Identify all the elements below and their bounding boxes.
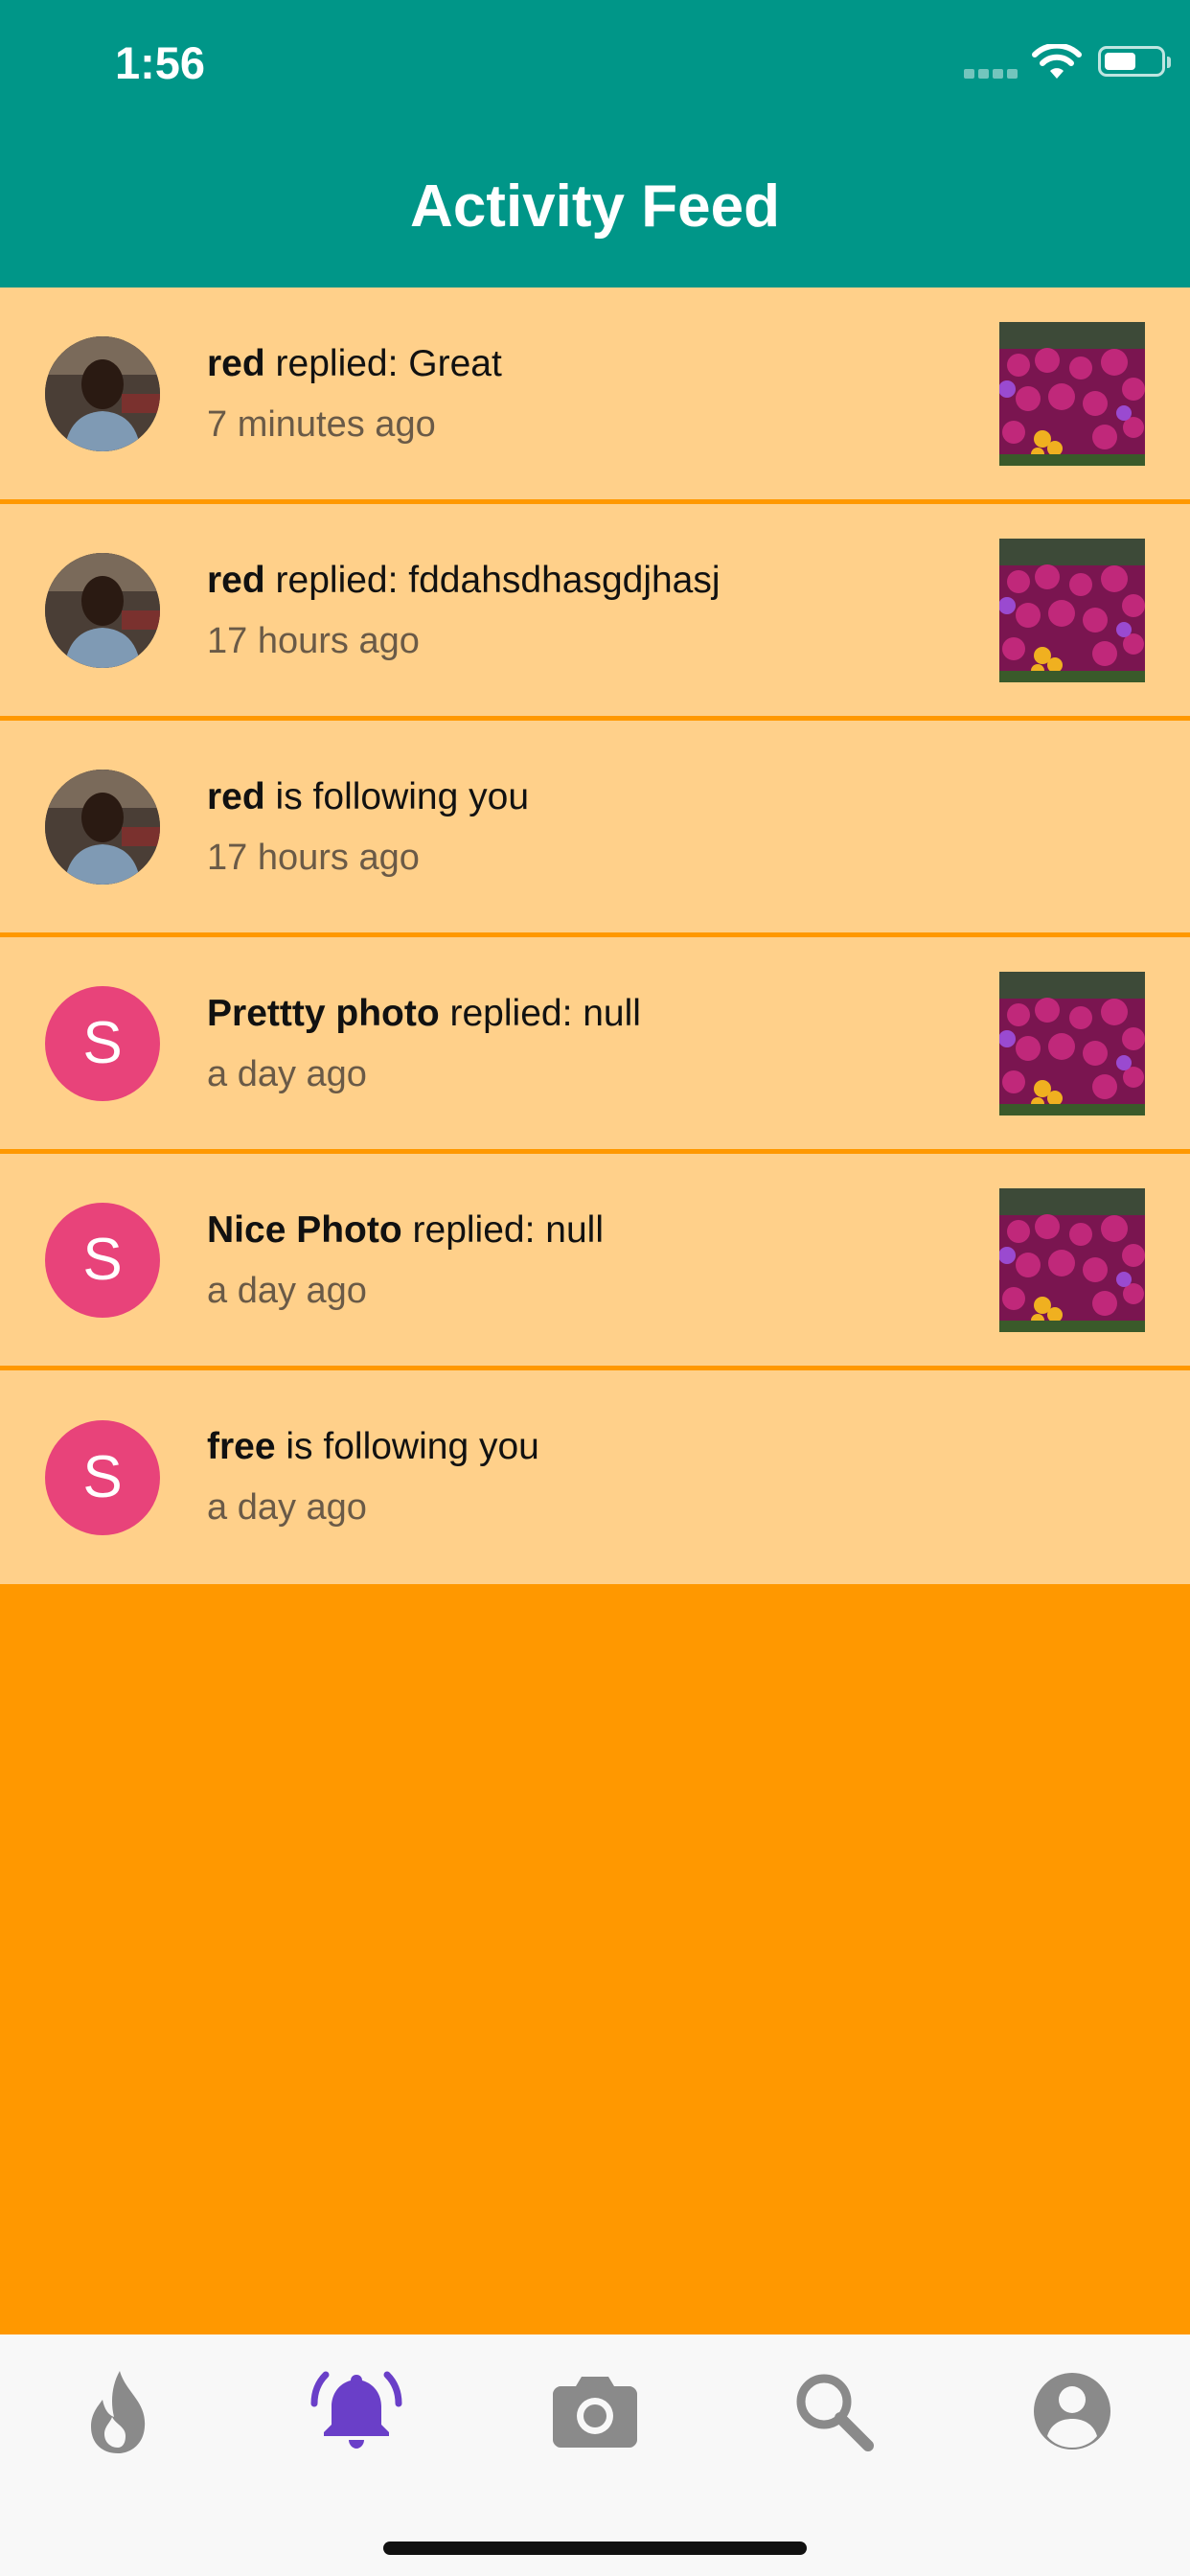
feed-item[interactable]: red is following you 17 hours ago: [0, 721, 1190, 937]
flower-photo-icon: [999, 321, 1145, 466]
avatar[interactable]: [45, 769, 160, 885]
feed-item-message: free is following you: [207, 1426, 539, 1468]
feed-item-action: replied: fddahsdhasgdjhasj: [264, 560, 721, 601]
feed-item-action: is following you: [275, 1426, 539, 1467]
feed-item-time: a day ago: [207, 1054, 367, 1094]
feed-item-action: replied: null: [401, 1209, 604, 1251]
activity-feed-list: red replied: Great 7 minutes ago red rep…: [0, 288, 1190, 1584]
feed-item-time: a day ago: [207, 1271, 367, 1311]
feed-item[interactable]: S Nice Photo replied: null a day ago: [0, 1154, 1190, 1370]
feed-item-message: red is following you: [207, 776, 529, 818]
feed-item-username[interactable]: red: [207, 343, 265, 384]
page-title: Activity Feed: [410, 173, 780, 240]
app-header: 1:56 Activity Feed: [0, 0, 1190, 288]
user-photo-icon: [45, 769, 160, 885]
tab-upload[interactable]: [547, 2363, 643, 2459]
feed-item[interactable]: red replied: Great 7 minutes ago: [0, 288, 1190, 504]
feed-item-message: Nice Photo replied: null: [207, 1209, 604, 1252]
feed-item-text: red replied: fddahsdhasgdjhasj 17 hours …: [207, 560, 721, 662]
flower-photo-icon: [999, 1187, 1145, 1332]
feed-item-text: free is following you a day ago: [207, 1426, 539, 1529]
battery-icon: [1098, 46, 1171, 77]
search-icon: [796, 2374, 874, 2451]
feed-item[interactable]: S Prettty photo replied: null a day ago: [0, 937, 1190, 1154]
post-thumbnail[interactable]: [999, 538, 1145, 682]
feed-item-username[interactable]: red: [207, 776, 265, 817]
post-thumbnail[interactable]: [999, 321, 1145, 466]
avatar[interactable]: [45, 552, 160, 668]
feed-item-text: red is following you 17 hours ago: [207, 776, 529, 879]
feed-item-time: 7 minutes ago: [207, 404, 436, 445]
avatar[interactable]: S: [45, 985, 160, 1101]
feed-item-username[interactable]: Prettty photo: [207, 993, 440, 1034]
bottom-tab-bar: [0, 2334, 1190, 2576]
tab-home[interactable]: [70, 2363, 166, 2459]
feed-item[interactable]: S free is following you a day ago: [0, 1370, 1190, 1584]
cellular-signal-icon: [964, 69, 1018, 79]
feed-item-time: 17 hours ago: [207, 838, 420, 878]
feed-item-action: replied: Great: [264, 343, 502, 384]
avatar[interactable]: S: [45, 1419, 160, 1535]
bell-icon: [310, 2371, 402, 2449]
feed-item-message: red replied: fddahsdhasgdjhasj: [207, 560, 721, 602]
camera-icon: [553, 2377, 637, 2448]
feed-item-text: Nice Photo replied: null a day ago: [207, 1209, 604, 1312]
feed-item-message: Prettty photo replied: null: [207, 993, 641, 1035]
feed-item-username[interactable]: free: [207, 1426, 276, 1467]
fire-icon: [91, 2371, 146, 2453]
post-thumbnail[interactable]: [999, 971, 1145, 1116]
feed-item-text: Prettty photo replied: null a day ago: [207, 993, 641, 1095]
feed-item-text: red replied: Great 7 minutes ago: [207, 343, 502, 446]
tab-search[interactable]: [786, 2363, 881, 2459]
feed-item-action: replied: null: [439, 993, 641, 1034]
avatar[interactable]: S: [45, 1202, 160, 1318]
flower-photo-icon: [999, 971, 1145, 1116]
feed-item[interactable]: red replied: fddahsdhasgdjhasj 17 hours …: [0, 504, 1190, 721]
wifi-icon: [1032, 44, 1082, 79]
post-thumbnail[interactable]: [999, 1187, 1145, 1332]
status-time: 1:56: [115, 37, 206, 88]
user-photo-icon: [45, 335, 160, 451]
feed-item-action: is following you: [264, 776, 530, 817]
feed-item-time: a day ago: [207, 1487, 367, 1528]
user-photo-icon: [45, 552, 160, 668]
home-indicator[interactable]: [383, 2542, 807, 2555]
feed-item-time: 17 hours ago: [207, 621, 420, 661]
tab-activity-feed[interactable]: [309, 2363, 404, 2459]
flower-photo-icon: [999, 538, 1145, 682]
account-icon: [1034, 2373, 1110, 2450]
avatar[interactable]: [45, 335, 160, 451]
feed-item-message: red replied: Great: [207, 343, 502, 385]
tab-profile[interactable]: [1024, 2363, 1120, 2459]
feed-item-username[interactable]: red: [207, 560, 265, 601]
feed-item-username[interactable]: Nice Photo: [207, 1209, 402, 1251]
